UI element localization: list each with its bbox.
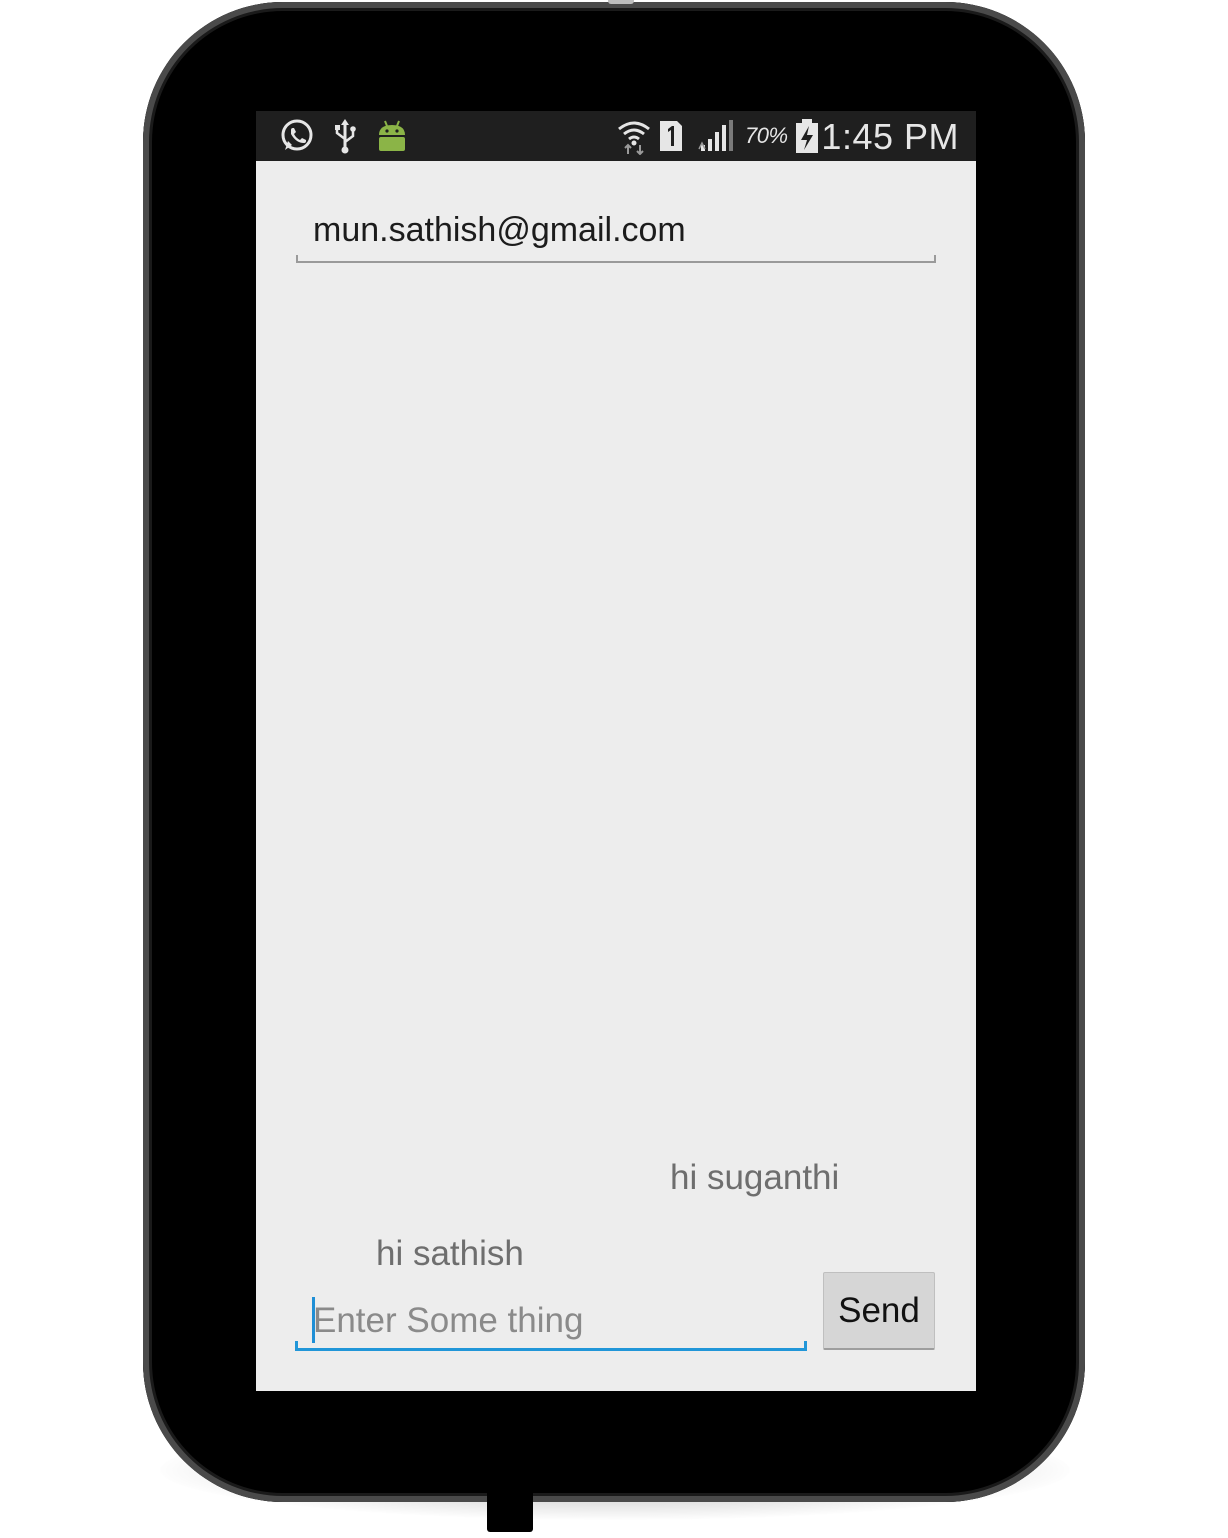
- recipient-field-underline-left-tick: [296, 255, 298, 263]
- send-button[interactable]: Send: [823, 1272, 935, 1350]
- message-input-underline-left-tick: [295, 1341, 298, 1351]
- device-dock-connector: [487, 1488, 533, 1532]
- wifi-icon: [618, 121, 650, 155]
- whatsapp-icon: [281, 119, 313, 151]
- recipient-email-field[interactable]: mun.sathish@gmail.com: [296, 207, 936, 263]
- app-screen: 70% 1:45 PM mun.sathish@gmail.com hi sug…: [256, 111, 976, 1391]
- device-top-notch: [608, 0, 634, 4]
- status-clock: 1:45 PM: [821, 116, 959, 157]
- status-bar: 70% 1:45 PM: [256, 111, 976, 161]
- chat-message-received: hi suganthi: [670, 1158, 840, 1197]
- message-input[interactable]: Enter Some thing: [295, 1291, 807, 1351]
- recipient-field-underline-right-tick: [934, 255, 936, 263]
- usb-icon: [335, 119, 356, 154]
- sim-1-icon: [660, 121, 682, 151]
- message-input-placeholder: Enter Some thing: [313, 1301, 584, 1340]
- device-frame-stage: 70% 1:45 PM mun.sathish@gmail.com hi sug…: [0, 0, 1228, 1538]
- battery-percent: 70%: [745, 123, 788, 148]
- signal-icon: [698, 120, 733, 151]
- message-input-underline: [295, 1348, 807, 1351]
- battery-charging-icon: [796, 119, 818, 153]
- recipient-field-underline: [296, 261, 936, 263]
- android-icon: [379, 120, 405, 151]
- text-cursor: [312, 1297, 315, 1343]
- chat-message-sent: hi sathish: [376, 1234, 524, 1273]
- recipient-email-value: mun.sathish@gmail.com: [313, 211, 686, 249]
- message-input-underline-right-tick: [804, 1341, 807, 1351]
